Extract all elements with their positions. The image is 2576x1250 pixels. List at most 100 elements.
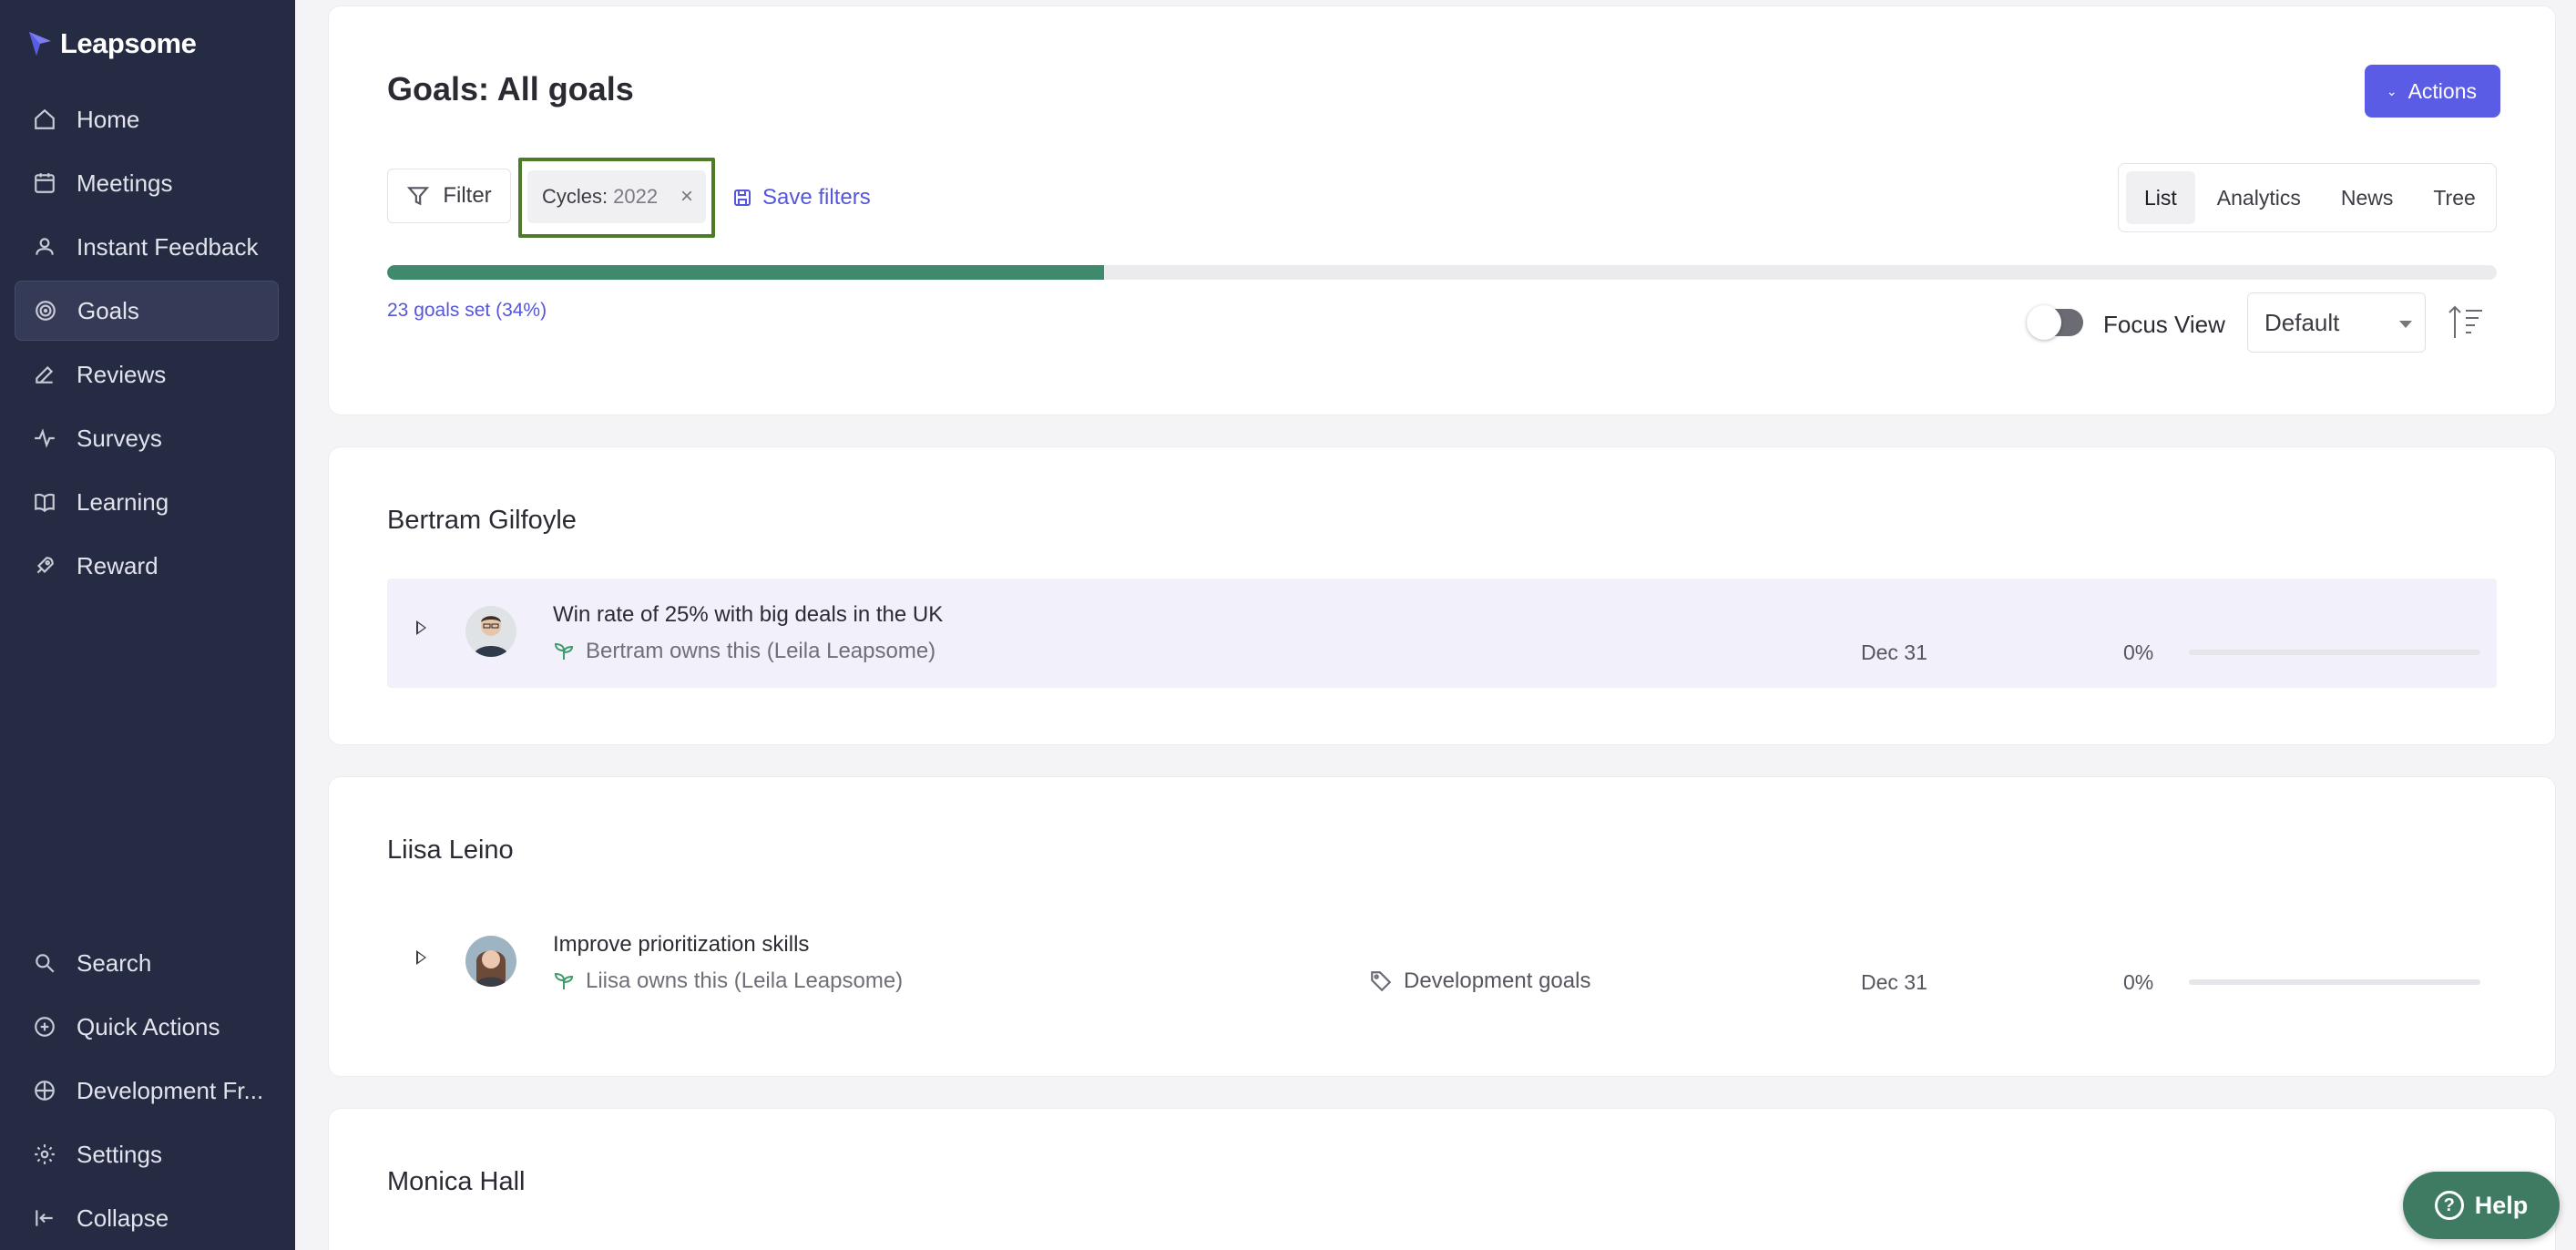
sidebar-item-reward[interactable]: Reward <box>15 536 279 596</box>
tab-analytics[interactable]: Analytics <box>2199 171 2319 224</box>
calendar-icon <box>31 169 58 197</box>
goal-progress-percent: 0% <box>2123 970 2154 994</box>
tag-icon <box>1371 971 1392 992</box>
sidebar-item-label: Collapse <box>77 1204 169 1232</box>
sidebar-item-instant-feedback[interactable]: Instant Feedback <box>15 217 279 277</box>
close-icon[interactable]: × <box>680 184 693 210</box>
sidebar-item-label: Meetings <box>77 169 173 197</box>
help-icon: ? <box>2434 1191 2464 1220</box>
save-filters-label: Save filters <box>762 185 871 210</box>
framework-icon <box>31 1077 58 1104</box>
sidebar-item-learning[interactable]: Learning <box>15 472 279 532</box>
group-owner-name: Bertram Gilfoyle <box>387 506 577 535</box>
tab-tree[interactable]: Tree <box>2415 171 2493 224</box>
goal-due-date: Dec 31 <box>1861 970 1927 994</box>
goal-tag: Development goals <box>1369 968 1590 994</box>
sort-order-icon[interactable] <box>2446 302 2486 342</box>
group-owner-name: Liisa Leino <box>387 835 514 865</box>
help-label: Help <box>2474 1191 2529 1219</box>
home-icon <box>31 106 58 133</box>
tab-news[interactable]: News <box>2323 171 2412 224</box>
sidebar-item-label: Reward <box>77 551 158 579</box>
book-icon <box>31 488 58 516</box>
gear-icon <box>31 1141 58 1168</box>
sidebar-item-label: Search <box>77 948 152 977</box>
expand-caret-icon[interactable] <box>416 620 426 635</box>
sidebar-item-meetings[interactable]: Meetings <box>15 153 279 213</box>
caret-down-icon <box>2399 321 2412 328</box>
sidebar-item-label: Surveys <box>77 424 162 452</box>
feedback-icon <box>31 233 58 261</box>
goal-owner-text: Liisa owns this (Leila Leapsome) <box>586 968 904 993</box>
view-tabs: List Analytics News Tree <box>2118 163 2497 232</box>
sidebar-item-search[interactable]: Search <box>15 933 279 993</box>
goal-group-card: Liisa Leino Improve prioritization skill… <box>328 776 2556 1077</box>
goal-group-card: Bertram Gilfoyle Win rate of 25% with bi… <box>328 446 2556 745</box>
leapsome-logo[interactable]: Leapsome <box>27 27 197 60</box>
chevron-down-icon: ⌄ <box>2386 83 2397 98</box>
sidebar-item-label: Reviews <box>77 360 167 388</box>
goal-progress-bar <box>2189 650 2480 655</box>
goal-owner: Bertram owns this (Leila Leapsome) <box>553 639 935 664</box>
save-filters-button[interactable]: Save filters <box>731 185 871 210</box>
sort-select[interactable]: Default <box>2247 292 2426 353</box>
target-icon <box>32 297 59 324</box>
goal-row[interactable]: Improve prioritization skills Liisa owns… <box>387 908 2497 1018</box>
collapse-icon <box>31 1204 58 1232</box>
search-icon <box>31 949 58 977</box>
goals-header-card: Goals: All goals ⌄ Actions Filter Cycles… <box>328 5 2556 415</box>
pulse-icon <box>31 425 58 452</box>
avatar <box>465 606 516 657</box>
sidebar-item-collapse[interactable]: Collapse <box>15 1188 279 1248</box>
focus-view-toggle[interactable] <box>2027 305 2083 340</box>
goal-title[interactable]: Win rate of 25% with big deals in the UK <box>553 602 943 628</box>
filter-icon <box>407 187 430 206</box>
help-button[interactable]: ? Help <box>2403 1172 2560 1239</box>
filter-label: Filter <box>443 183 492 208</box>
rocket-icon <box>31 552 58 579</box>
goal-progress-percent: 0% <box>2123 640 2154 664</box>
page-title: Goals: All goals <box>387 70 634 108</box>
sidebar-item-settings[interactable]: Settings <box>15 1124 279 1184</box>
sidebar-item-reviews[interactable]: Reviews <box>15 344 279 405</box>
sidebar-item-label: Settings <box>77 1140 162 1168</box>
sidebar: Leapsome Home Meetings Instant Feedback … <box>0 0 295 1250</box>
sidebar-item-home[interactable]: Home <box>15 89 279 149</box>
sidebar-item-surveys[interactable]: Surveys <box>15 408 279 468</box>
expand-caret-icon[interactable] <box>416 950 426 965</box>
tab-list[interactable]: List <box>2126 171 2195 224</box>
avatar <box>465 936 516 987</box>
goal-title[interactable]: Improve prioritization skills <box>553 932 809 958</box>
edit-icon <box>31 361 58 388</box>
leapsome-logo-icon <box>29 32 51 56</box>
chip-key: Cycles: <box>542 185 608 208</box>
sidebar-item-label: Quick Actions <box>77 1012 220 1040</box>
toggle-knob <box>2027 305 2061 340</box>
cycles-filter-chip[interactable]: Cycles: 2022 × <box>527 170 706 223</box>
sidebar-item-label: Learning <box>77 487 169 516</box>
sidebar-item-goals[interactable]: Goals <box>15 281 279 341</box>
sprout-icon <box>554 642 574 660</box>
goals-progress-bar <box>387 265 2497 280</box>
sprout-icon <box>554 972 574 989</box>
focus-view-label: Focus View <box>2103 311 2225 338</box>
sidebar-item-label: Development Fr... <box>77 1076 264 1104</box>
actions-button[interactable]: ⌄ Actions <box>2364 65 2500 118</box>
chip-value: 2022 <box>613 185 659 208</box>
goal-progress-bar <box>2189 979 2480 985</box>
sidebar-item-label: Home <box>77 105 140 133</box>
sidebar-item-quick-actions[interactable]: Quick Actions <box>15 997 279 1057</box>
save-icon <box>734 190 751 206</box>
goal-due-date: Dec 31 <box>1861 640 1927 664</box>
sidebar-item-label: Goals <box>77 296 139 324</box>
goals-progress-fill <box>387 265 1105 280</box>
goal-owner-text: Bertram owns this (Leila Leapsome) <box>586 639 936 663</box>
goal-owner: Liisa owns this (Leila Leapsome) <box>553 968 903 994</box>
goals-set-link[interactable]: 23 goals set (34%) <box>387 300 547 322</box>
filter-button[interactable]: Filter <box>387 169 511 223</box>
actions-label: Actions <box>2407 78 2477 103</box>
logo-text: Leapsome <box>60 27 197 59</box>
sidebar-item-development-framework[interactable]: Development Fr... <box>15 1060 279 1121</box>
goal-row[interactable]: Win rate of 25% with big deals in the UK… <box>387 579 2497 688</box>
goal-group-card: Monica Hall <box>328 1108 2556 1250</box>
